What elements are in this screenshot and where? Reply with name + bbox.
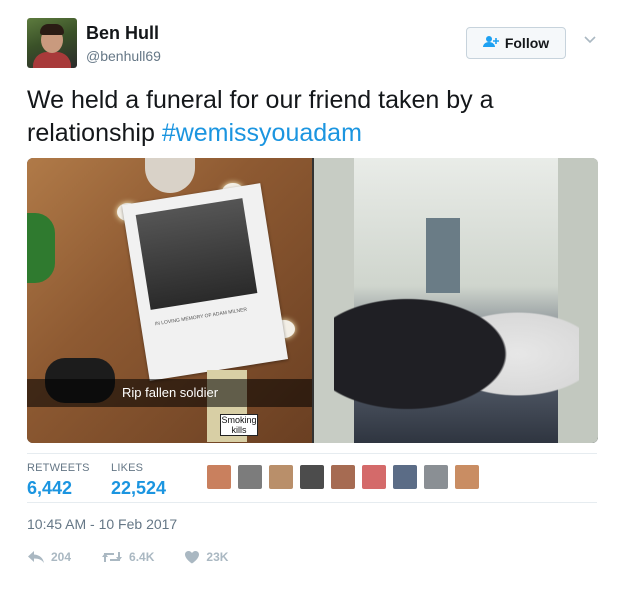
portrait-text: IN LOVING MEMORY OF ADAM MILNER — [154, 306, 248, 328]
liker-avatars — [207, 465, 479, 489]
tweet-text: We held a funeral for our friend taken b… — [27, 84, 597, 150]
memorial-portrait: IN LOVING MEMORY OF ADAM MILNER — [121, 183, 289, 381]
heart-icon — [185, 551, 200, 564]
photo-hallway[interactable] — [314, 158, 598, 443]
action-bar: 204 6.4K 23K — [27, 550, 258, 564]
liker-avatar[interactable] — [455, 465, 479, 489]
user-handle[interactable]: @benhull69 — [86, 48, 161, 64]
retweet-button[interactable]: 6.4K — [101, 550, 154, 564]
add-user-icon — [482, 35, 499, 51]
chevron-down-icon[interactable] — [583, 33, 599, 49]
liker-avatar[interactable] — [238, 465, 262, 489]
reply-icon — [28, 551, 44, 563]
liker-avatar[interactable] — [362, 465, 386, 489]
tweet-media[interactable]: IN LOVING MEMORY OF ADAM MILNER Rip fall… — [27, 158, 598, 443]
liker-avatar[interactable] — [393, 465, 417, 489]
like-count: 23K — [206, 550, 229, 564]
hashtag-link[interactable]: #wemissyouadam — [162, 119, 362, 147]
snap-caption: Rip fallen soldier — [27, 379, 312, 407]
tweet-timestamp[interactable]: 10:45 AM - 10 Feb 2017 — [27, 516, 177, 532]
follow-button[interactable]: Follow — [466, 27, 566, 59]
pack-warning: Smoking kills — [220, 414, 258, 436]
retweets-stat[interactable]: RETWEETS 6,442 — [27, 462, 90, 499]
liker-avatar[interactable] — [331, 465, 355, 489]
likes-stat[interactable]: LIKES 22,524 — [111, 462, 166, 499]
divider — [27, 453, 597, 454]
reply-button[interactable]: 204 — [27, 550, 71, 564]
like-button[interactable]: 23K — [184, 550, 228, 564]
retweet-icon — [102, 552, 123, 562]
divider — [27, 502, 597, 503]
photo-memorial[interactable]: IN LOVING MEMORY OF ADAM MILNER Rip fall… — [27, 158, 312, 443]
retweet-count: 6.4K — [129, 550, 155, 564]
liker-avatar[interactable] — [207, 465, 231, 489]
reply-count: 204 — [51, 550, 72, 564]
avatar[interactable] — [27, 18, 77, 68]
follow-label: Follow — [504, 35, 550, 51]
liker-avatar[interactable] — [269, 465, 293, 489]
liker-avatar[interactable] — [300, 465, 324, 489]
user-name[interactable]: Ben Hull — [86, 23, 159, 44]
liker-avatar[interactable] — [424, 465, 448, 489]
